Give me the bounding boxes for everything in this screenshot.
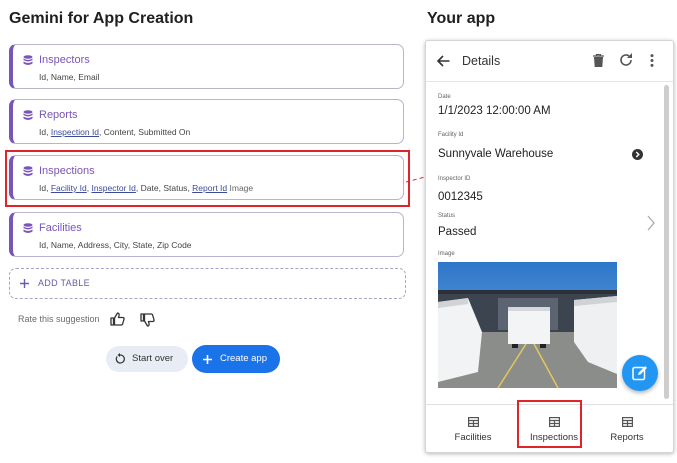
table-card-inspections[interactable]: Inspections Id, Facility Id, Inspector I… [9, 155, 404, 200]
refresh-icon[interactable] [619, 53, 633, 67]
field-address: Address [77, 240, 109, 250]
warehouse-photo [438, 262, 617, 388]
tab-facilities[interactable]: Facilities [433, 405, 513, 452]
trash-icon[interactable] [593, 54, 604, 67]
table-name: Reports [39, 109, 78, 121]
inspections-tab-highlight [517, 400, 582, 448]
table-name: Facilities [39, 222, 82, 234]
field-id: Id [39, 72, 47, 82]
left-panel-title: Gemini for App Creation [9, 10, 194, 27]
add-table-label: ADD TABLE [38, 278, 90, 288]
plus-icon [20, 279, 29, 288]
field-date: Date [140, 183, 159, 193]
scrollbar-thumb[interactable] [664, 85, 669, 399]
field-state: State [132, 240, 153, 250]
field-zip-code: Zip Code [157, 240, 192, 250]
add-table-button[interactable]: ADD TABLE [9, 268, 406, 299]
field-name: Name [50, 240, 74, 250]
plus-icon [203, 355, 212, 364]
table-card-inspectors[interactable]: Inspectors Id, Name, Email [9, 44, 404, 89]
table-fields: Id, Name, Email [39, 72, 100, 82]
date-value: 1/1/2023 12:00:00 AM [438, 105, 551, 117]
header-title: Details [462, 54, 501, 68]
right-panel-title: Your app [427, 10, 496, 27]
restart-icon [115, 353, 125, 364]
field-id: Id [39, 240, 47, 250]
field-inspector-id: Inspector Id [91, 183, 136, 193]
chevron-right-icon[interactable] [632, 149, 643, 160]
more-vert-icon[interactable] [650, 54, 654, 67]
table-fields: Id, Inspection Id, Content, Submitted On [39, 127, 191, 137]
table-fields: Id, Facility Id, Inspector Id, Date, Sta… [39, 183, 254, 193]
thumb-down-icon[interactable] [140, 313, 155, 327]
field-city: City [113, 240, 128, 250]
facility-label: Facility Id [438, 132, 464, 138]
field-submitted-on: Submitted On [138, 127, 191, 137]
create-app-label: Create app [220, 353, 268, 364]
field-facility-id: Facility Id [50, 183, 87, 193]
edit-fab[interactable] [622, 355, 658, 391]
table-card-reports[interactable]: Reports Id, Inspection Id, Content, Subm… [9, 99, 404, 144]
table-name: Inspections [39, 165, 95, 177]
inspector-value: 0012345 [438, 191, 483, 203]
inspector-label: Inspector ID [438, 176, 471, 182]
start-over-button[interactable]: Start over [106, 346, 188, 372]
tab-reports[interactable]: Reports [587, 405, 667, 452]
table-fields: Id, Name, Address, City, State, Zip Code [39, 240, 192, 250]
field-inspection-id: Inspection Id [50, 127, 100, 137]
database-icon [23, 55, 33, 65]
database-icon [23, 166, 33, 176]
database-icon [23, 110, 33, 120]
rate-suggestion-label: Rate this suggestion [18, 314, 100, 324]
table-name: Inspectors [39, 54, 90, 66]
app-preview: Details Date 1/1/2023 12:00:00 AM Facili… [425, 40, 674, 453]
status-label: Status [438, 213, 456, 219]
table-card-facilities[interactable]: Facilities Id, Name, Address, City, Stat… [9, 212, 404, 257]
database-icon [23, 223, 33, 233]
header-divider [426, 81, 673, 82]
create-app-button[interactable]: Create app [192, 345, 280, 373]
start-over-label: Start over [132, 353, 174, 364]
table-grid-icon [622, 417, 633, 427]
date-label: Date [438, 94, 451, 100]
field-name: Name [50, 72, 74, 82]
field-id: Id [39, 127, 47, 137]
tab-facilities-label: Facilities [454, 432, 492, 443]
tab-reports-label: Reports [610, 432, 644, 443]
status-value: Passed [438, 226, 477, 238]
chevron-right-icon[interactable] [647, 215, 655, 231]
back-arrow-icon[interactable] [437, 55, 450, 67]
field-id: Id [39, 183, 47, 193]
image-label: Image [438, 251, 455, 257]
field-report-id: Report Id [192, 183, 228, 193]
field-image: Image [229, 183, 254, 193]
edit-icon [632, 366, 647, 381]
field-email: Email [78, 72, 100, 82]
facility-value[interactable]: Sunnyvale Warehouse [438, 148, 553, 160]
field-status: Status [163, 183, 188, 193]
thumb-up-icon[interactable] [110, 312, 125, 326]
table-grid-icon [468, 417, 479, 427]
field-content: Content [103, 127, 134, 137]
